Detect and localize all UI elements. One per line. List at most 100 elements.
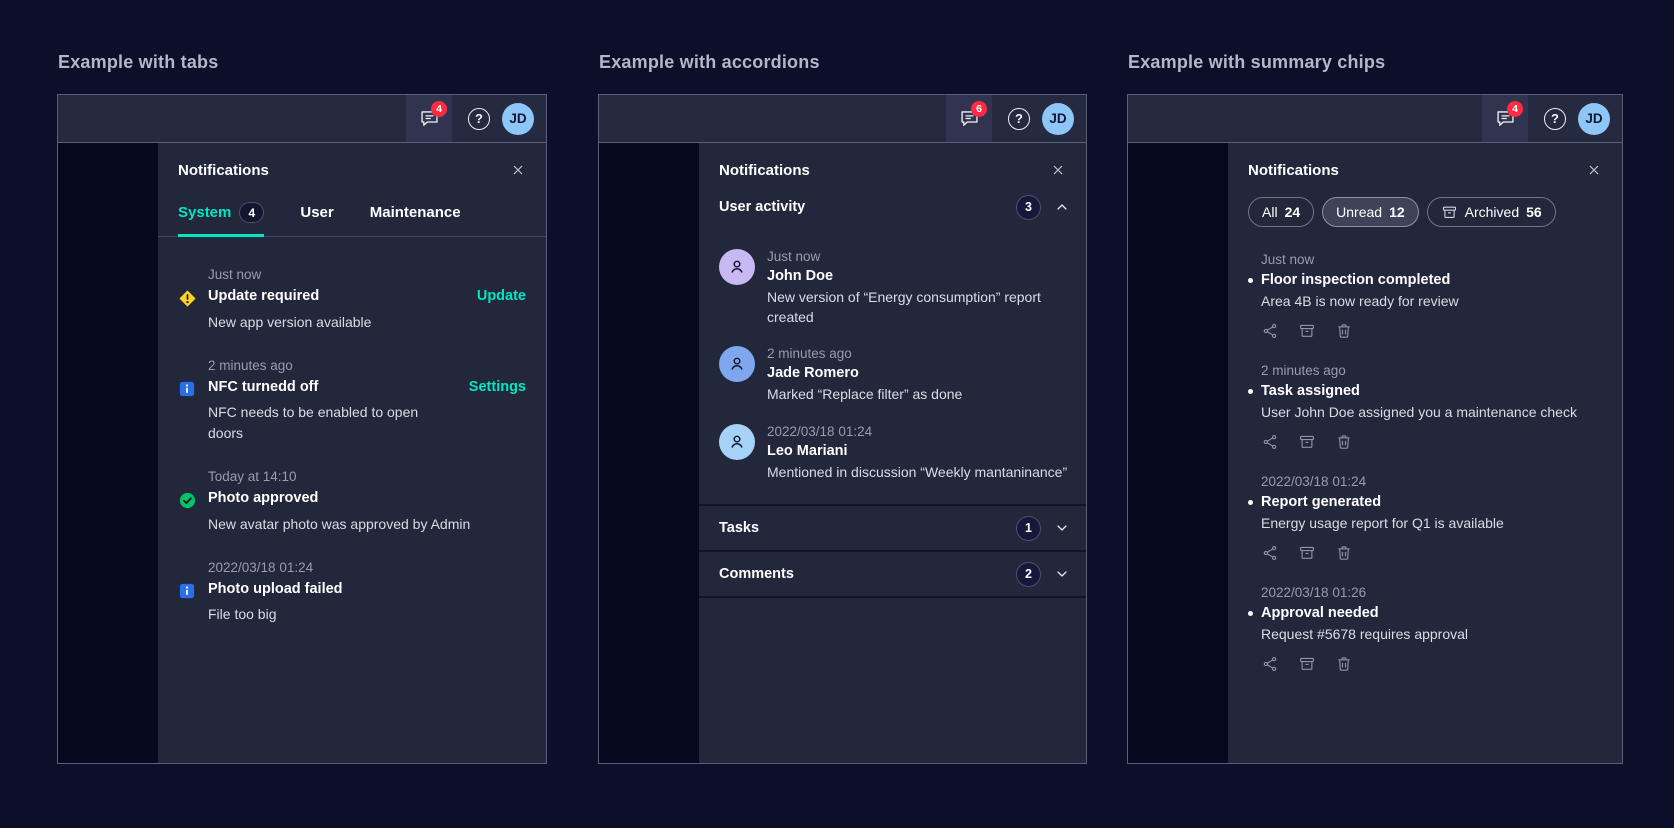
archive-button[interactable] [1298, 544, 1316, 562]
notification-time: Just now [208, 267, 262, 282]
notification-description: New avatar photo was approved by Admin [208, 515, 471, 532]
chip-label: Unread [1336, 204, 1383, 220]
example-heading: Example with summary chips [1128, 52, 1386, 72]
accordion-badge: 3 [1016, 194, 1041, 220]
delete-button[interactable] [1335, 544, 1353, 562]
activity-user-name: John Doe [767, 268, 834, 284]
user-avatar[interactable]: JD [1578, 102, 1610, 135]
tab-system[interactable]: System 4 [178, 202, 265, 237]
help-button[interactable]: ? [1536, 95, 1574, 142]
tab-badge: 4 [239, 202, 265, 223]
chip-unread[interactable]: Unread 12 [1322, 197, 1419, 227]
notification-actions [1261, 544, 1602, 562]
notification-title: Update required [208, 288, 320, 304]
delete-button[interactable] [1335, 433, 1353, 451]
trash-icon [1335, 544, 1353, 562]
activity-user-name: Leo Mariani [767, 442, 848, 459]
notification-count-badge: 4 [1507, 101, 1523, 117]
avatar [719, 423, 755, 460]
share-icon [1261, 544, 1279, 562]
notification-time: 2022/03/18 01:24 [1261, 474, 1367, 489]
notification-item: 2 minutes ago NFC turnedd off Settings N… [178, 358, 526, 443]
notification-title: Photo approved [208, 489, 319, 506]
archive-icon [1441, 204, 1458, 221]
share-button[interactable] [1261, 544, 1279, 562]
user-avatar[interactable]: JD [1042, 102, 1074, 135]
notifications-button[interactable]: 4 [406, 95, 452, 142]
archive-icon [1298, 433, 1316, 451]
notification-title: Task assigned [1248, 383, 1602, 399]
notification-actions [1261, 433, 1602, 451]
accordion-label: User activity [719, 199, 806, 215]
notification-time: 2 minutes ago [208, 358, 293, 374]
notifications-button[interactable]: 6 [946, 95, 992, 142]
activity-description: Marked “Replace filter” as done [767, 386, 963, 403]
tab-user[interactable]: User [300, 202, 333, 237]
notifications-button[interactable]: 4 [1482, 95, 1528, 142]
chip-label: All [1262, 204, 1278, 220]
chevron-down-icon [1054, 566, 1070, 582]
close-button[interactable] [1048, 160, 1068, 180]
delete-button[interactable] [1335, 655, 1353, 673]
share-icon [1261, 655, 1279, 673]
archive-icon [1298, 655, 1316, 673]
chevron-up-icon [1054, 199, 1070, 215]
update-link[interactable]: Update [463, 288, 526, 308]
share-button[interactable] [1261, 322, 1279, 340]
sidebar-area [58, 143, 158, 763]
accordion-comments[interactable]: Comments 2 [699, 552, 1086, 599]
help-button[interactable]: ? [1000, 95, 1038, 142]
settings-link[interactable]: Settings [455, 379, 526, 398]
help-button[interactable]: ? [460, 95, 498, 142]
activity-user-name: Jade Romero [767, 365, 859, 382]
activity-time: 2022/03/18 01:24 [767, 423, 873, 439]
tab-maintenance[interactable]: Maintenance [370, 202, 461, 237]
archive-button[interactable] [1298, 433, 1316, 451]
tab-label: System [178, 204, 232, 221]
chip-count: 56 [1526, 204, 1542, 220]
filter-chips: All 24 Unread 12 Archived 56 [1228, 180, 1622, 229]
notification-title: Approval needed [1248, 605, 1602, 621]
notification-item: 2022/03/18 01:26 Approval needed Request… [1248, 585, 1602, 673]
info-icon [178, 379, 208, 398]
app-window: 4 ? JD Notifications System 4 User Maint… [57, 94, 547, 764]
notification-description: Request #5678 requires approval [1261, 626, 1469, 642]
notification-item: Today at 14:10 Photo approved New avatar… [178, 469, 526, 534]
close-button[interactable] [1584, 160, 1604, 180]
notifications-panel: Notifications All 24 Unread 12 Archived … [1228, 143, 1622, 763]
accordion-tasks[interactable]: Tasks 1 [699, 506, 1086, 553]
chip-all[interactable]: All 24 [1248, 197, 1315, 227]
example-tabs: Example with tabs 4 ? JD Notifications S… [57, 52, 547, 764]
accordion-badge: 1 [1016, 515, 1041, 541]
app-window: 6 ? JD Notifications User activity 3 Jus… [598, 94, 1087, 764]
share-icon [1261, 322, 1279, 340]
info-icon [178, 581, 208, 600]
chip-archived[interactable]: Archived 56 [1426, 197, 1556, 227]
chip-count: 12 [1389, 204, 1405, 220]
notification-item: 2022/03/18 01:24 Photo upload failed Fil… [178, 560, 526, 624]
notification-description: New app version available [208, 314, 372, 330]
accordion-user-activity[interactable]: User activity 3 [699, 184, 1086, 230]
notification-description: NFC needs to be enabled to open doors [208, 404, 419, 441]
help-icon: ? [1544, 107, 1566, 130]
archive-button[interactable] [1298, 655, 1316, 673]
help-icon: ? [468, 107, 490, 130]
share-button[interactable] [1261, 433, 1279, 451]
sidebar-area [599, 143, 699, 763]
success-icon [178, 490, 208, 510]
close-icon [1586, 162, 1602, 178]
close-button[interactable] [508, 160, 528, 180]
user-avatar[interactable]: JD [502, 102, 534, 135]
archive-button[interactable] [1298, 322, 1316, 340]
activity-description: Mentioned in discussion “Weekly mantanin… [767, 463, 1068, 480]
example-heading: Example with accordions [599, 52, 820, 72]
tab-bar: System 4 User Maintenance [158, 180, 546, 237]
notification-description: Energy usage report for Q1 is available [1261, 515, 1504, 531]
notification-time: Today at 14:10 [208, 468, 297, 484]
notification-item: Just now Update required Update New app … [178, 267, 526, 332]
notification-title: NFC turnedd off [208, 379, 319, 396]
activity-time: 2 minutes ago [767, 346, 852, 362]
delete-button[interactable] [1335, 322, 1353, 340]
share-button[interactable] [1261, 655, 1279, 673]
example-accordions: Example with accordions 6 ? JD Notificat… [598, 52, 1087, 764]
